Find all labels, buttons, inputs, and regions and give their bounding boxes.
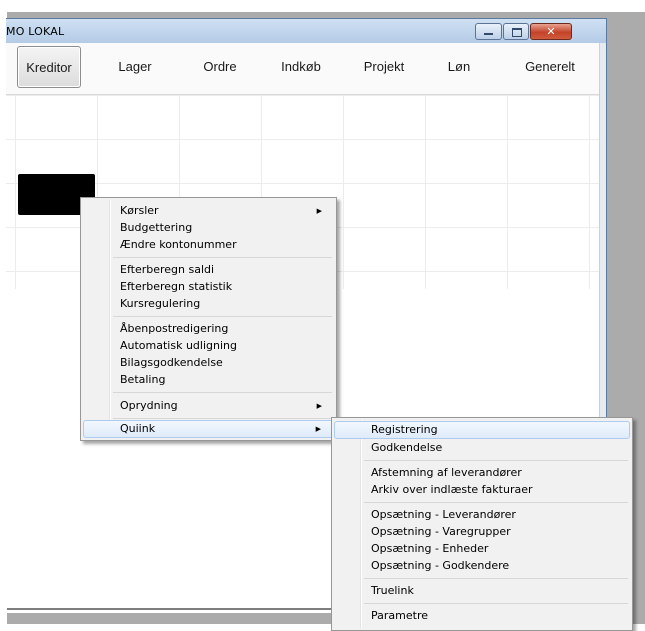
submenu-item-godkendelse[interactable]: Godkendelse xyxy=(334,439,630,457)
tab-generelt[interactable]: Generelt xyxy=(512,46,588,88)
menu-item-label: Quiink xyxy=(120,422,156,435)
menu-item-abenpostredigering[interactable]: Åbenpostredigering xyxy=(83,320,334,338)
menu-item-automatisk-udligning[interactable]: Automatisk udligning xyxy=(83,337,334,355)
menu-item-korsler[interactable]: Kørsler ▶ xyxy=(83,202,334,220)
menu-item-betaling[interactable]: Betaling xyxy=(83,371,334,389)
menu-item-label: Oprydning xyxy=(120,399,178,412)
menu-separator xyxy=(364,578,628,579)
submenu-arrow-icon: ▶ xyxy=(316,207,322,215)
kreditor-context-menu: Kørsler ▶ Budgettering Ændre kontonummer… xyxy=(80,197,337,441)
minimize-button[interactable] xyxy=(475,23,502,40)
menu-separator xyxy=(364,502,628,503)
menu-separator xyxy=(113,257,332,258)
menu-item-kursregulering[interactable]: Kursregulering xyxy=(83,295,334,313)
submenu-item-truelink[interactable]: Truelink xyxy=(334,582,630,600)
tab-lon[interactable]: Løn xyxy=(432,46,486,88)
submenu-item-opsaetning-leverandorer[interactable]: Opsætning - Leverandører xyxy=(334,506,630,524)
tab-lager[interactable]: Lager xyxy=(104,46,166,88)
submenu-item-opsaetning-varegrupper[interactable]: Opsætning - Varegrupper xyxy=(334,523,630,541)
maximize-icon xyxy=(512,28,522,37)
submenu-item-afstemning[interactable]: Afstemning af leverandører xyxy=(334,464,630,482)
menu-item-efterberegn-saldi[interactable]: Efterberegn saldi xyxy=(83,261,334,279)
menu-item-aendre-kontonummer[interactable]: Ændre kontonummer xyxy=(83,236,334,254)
tab-ordre[interactable]: Ordre xyxy=(189,46,251,88)
submenu-item-parametre[interactable]: Parametre xyxy=(334,607,630,625)
menu-item-bilagsgodkendelse[interactable]: Bilagsgodkendelse xyxy=(83,354,334,372)
window-titlebar[interactable]: MO LOKAL ✕ xyxy=(6,19,606,43)
menu-item-label: Kørsler xyxy=(120,204,159,217)
submenu-item-opsaetning-godkendere[interactable]: Opsætning - Godkendere xyxy=(334,557,630,575)
submenu-arrow-icon: ▶ xyxy=(316,402,322,410)
menu-item-budgettering[interactable]: Budgettering xyxy=(83,219,334,237)
maximize-button[interactable] xyxy=(503,23,529,40)
menu-item-efterberegn-statistik[interactable]: Efterberegn statistik xyxy=(83,278,334,296)
menu-separator xyxy=(364,460,628,461)
minimize-icon xyxy=(484,33,493,35)
submenu-item-registrering[interactable]: Registrering xyxy=(334,421,630,439)
tab-kreditor[interactable]: Kreditor xyxy=(17,46,81,88)
menu-separator xyxy=(113,316,332,317)
menu-item-quiink[interactable]: Quiink ▶ xyxy=(83,420,334,438)
menu-separator xyxy=(113,392,332,393)
menu-separator xyxy=(364,603,628,604)
screen-top-strip xyxy=(0,0,645,12)
tab-projekt[interactable]: Projekt xyxy=(350,46,418,88)
module-tab-bar: Kreditor Lager Ordre Indkøb Projekt Løn … xyxy=(6,43,599,95)
close-button[interactable]: ✕ xyxy=(530,23,572,40)
quiink-submenu: Registrering Godkendelse Afstemning af l… xyxy=(331,417,633,631)
menu-item-oprydning[interactable]: Oprydning ▶ xyxy=(83,397,334,415)
submenu-arrow-icon: ▶ xyxy=(315,425,321,433)
close-icon: ✕ xyxy=(546,25,556,38)
menu-separator xyxy=(113,418,332,419)
submenu-item-opsaetning-enheder[interactable]: Opsætning - Enheder xyxy=(334,540,630,558)
submenu-item-arkiv[interactable]: Arkiv over indlæste fakturaer xyxy=(334,481,630,499)
tab-indkob[interactable]: Indkøb xyxy=(270,46,332,88)
window-title: MO LOKAL xyxy=(6,25,65,38)
